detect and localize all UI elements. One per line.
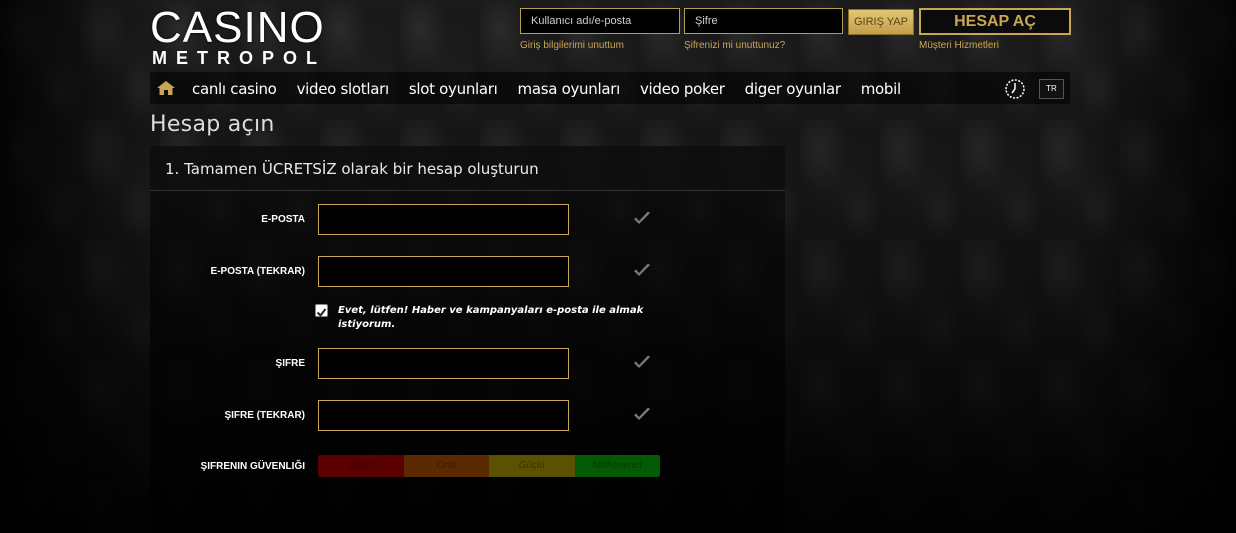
strength-medium: Orta [403, 455, 489, 477]
login-button[interactable]: GIRIŞ YAP [848, 9, 914, 35]
password-confirm-check-icon [633, 407, 651, 423]
step-header: 1. Tamamen ÜCRETSİZ olarak bir hesap olu… [150, 146, 785, 191]
password-check-icon [633, 355, 651, 371]
strength-weak: Zayıf [318, 455, 404, 477]
email-confirm-field[interactable] [318, 256, 569, 287]
nav-item-video-slots[interactable]: video slotları [297, 72, 390, 104]
nav-item-live-casino[interactable]: canlı casino [192, 72, 277, 104]
casino-metropol-logo[interactable]: CASINO METROPOL [150, 6, 340, 69]
email-confirm-label: E-POSTA (TEKRAR) [210, 266, 305, 277]
email-confirm-check-icon [633, 263, 651, 279]
left-vignette [0, 0, 150, 533]
language-selector[interactable]: TR [1039, 79, 1064, 99]
page-title: Hesap açın [150, 112, 275, 137]
password-confirm-label: ŞIFRE (TEKRAR) [224, 410, 305, 421]
nav-item-table-games[interactable]: masa oyunları [518, 72, 621, 104]
password-label: ŞIFRE [275, 358, 305, 369]
nav-item-slot-games[interactable]: slot oyunları [409, 72, 498, 104]
main-navigation: canlı casino video slotları slot oyunlar… [150, 72, 1070, 104]
email-field[interactable] [318, 204, 569, 235]
nav-item-video-poker[interactable]: video poker [640, 72, 725, 104]
step-title: 1. Tamamen ÜCRETSİZ olarak bir hesap olu… [165, 160, 539, 178]
home-icon[interactable] [156, 80, 176, 96]
nav-items: canlı casino video slotları slot oyunlar… [192, 72, 921, 104]
password-strength-label: ŞIFRENIN GÜVENLIĞI [200, 461, 305, 472]
clock-icon[interactable] [1004, 78, 1026, 100]
customer-service-link[interactable]: Müşteri Hizmetleri [919, 40, 999, 51]
email-label: E-POSTA [261, 214, 305, 225]
newsletter-checkbox[interactable] [315, 304, 328, 318]
password-field[interactable] [318, 348, 569, 379]
strength-excellent: Mükemmel [574, 455, 660, 477]
password-confirm-field[interactable] [318, 400, 569, 431]
logo-bottom-text: METROPOL [152, 48, 326, 68]
password-input[interactable] [684, 8, 843, 34]
username-input[interactable] [520, 8, 680, 34]
nav-item-other-games[interactable]: diger oyunlar [745, 72, 841, 104]
logo-top-text: CASINO [150, 3, 325, 52]
email-check-icon [633, 211, 651, 227]
forgot-login-link[interactable]: Giriş bilgilerimi unuttum [520, 40, 624, 51]
nav-item-mobile[interactable]: mobil [861, 72, 901, 104]
strength-strong: Güçlü [489, 455, 575, 477]
register-button[interactable]: HESAP AÇ [919, 8, 1071, 35]
newsletter-label: Evet, lütfen! Haber ve kampanyaları e-po… [338, 305, 644, 330]
forgot-password-link[interactable]: Şifrenizi mi unuttunuz? [684, 40, 785, 51]
right-vignette [1086, 0, 1236, 533]
password-strength-meter: Zayıf Orta Güçlü Mükemmel [318, 455, 660, 477]
